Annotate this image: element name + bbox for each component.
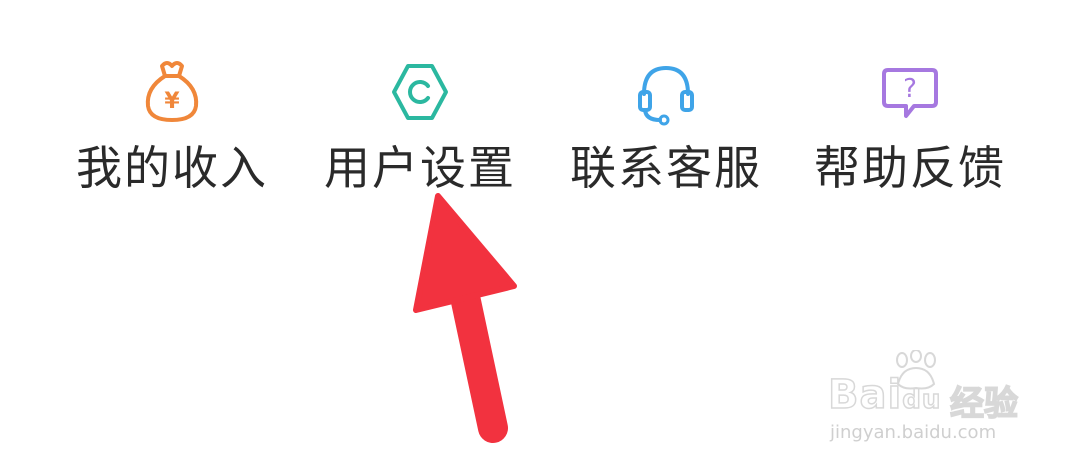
menu-item-contact-support[interactable]: 联系客服 — [546, 50, 786, 210]
question-glyph: ? — [903, 74, 917, 104]
help-bubble-icon: ? — [882, 68, 938, 118]
menu-label-user-settings: 用户设置 — [324, 141, 516, 195]
watermark-brand: Baidu — [827, 371, 942, 419]
watermark-url: jingyan.baidu.com — [830, 422, 997, 443]
money-bag-icon: ¥ — [145, 61, 199, 122]
menu-label-my-income: 我的收入 — [76, 141, 268, 195]
arrow-head — [413, 193, 517, 313]
menu-label-contact-support: 联系客服 — [570, 141, 762, 195]
baidu-jingyan-watermark: Baidu 经验 jingyan.baidu.com — [827, 350, 1038, 450]
watermark-jingyan: 经验 — [949, 383, 1019, 425]
watermark-brand-suffix: du — [901, 384, 942, 416]
watermark-brand-main: Bai — [827, 371, 903, 419]
headset-icon — [638, 65, 694, 126]
yen-glyph: ¥ — [164, 89, 180, 114]
menu-label-help-feedback: 帮助反馈 — [814, 141, 1006, 195]
menu-item-user-settings[interactable]: 用户设置 — [300, 50, 540, 210]
menu-item-my-income[interactable]: ¥ 我的收入 — [52, 50, 292, 210]
arrow-shaft — [449, 277, 508, 443]
menu-item-help-feedback[interactable]: ? 帮助反馈 — [790, 50, 1030, 210]
settings-hexagon-icon — [392, 64, 448, 120]
